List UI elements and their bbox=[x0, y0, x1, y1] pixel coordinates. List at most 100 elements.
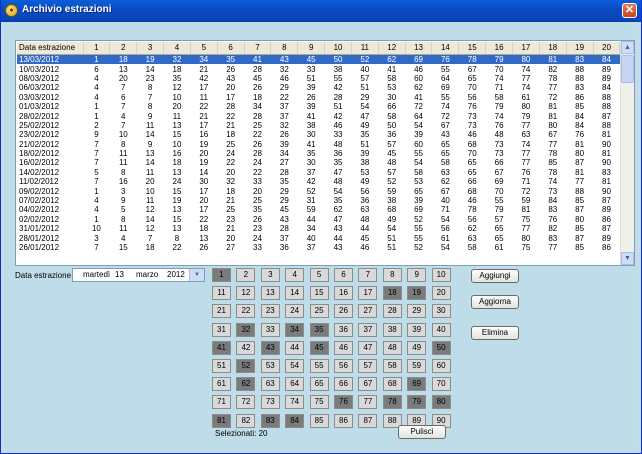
column-header-date[interactable]: Data estrazione bbox=[17, 42, 84, 55]
column-header-12[interactable]: 12 bbox=[378, 42, 406, 55]
number-toggle[interactable]: 54 bbox=[285, 359, 305, 373]
number-toggle[interactable]: 46 bbox=[334, 340, 353, 355]
number-toggle[interactable]: 43 bbox=[260, 340, 280, 355]
table-row[interactable]: 26/01/2012 7 15 18 22 26 27 33 36 37 43 46 51 52 54 58 6… bbox=[17, 243, 620, 252]
number-toggle[interactable]: 17 bbox=[358, 286, 378, 301]
number-toggle[interactable]: 60 bbox=[431, 359, 451, 373]
table-row[interactable]: 25/02/2012 2 7 11 13 17 21 25 32 38 46 49 50 54 67 73 76… bbox=[17, 121, 620, 130]
chevron-down-icon[interactable]: ▼ bbox=[189, 269, 204, 281]
number-toggle[interactable]: 12 bbox=[236, 286, 256, 301]
number-toggle[interactable]: 38 bbox=[382, 322, 402, 337]
number-toggle[interactable]: 24 bbox=[285, 304, 305, 319]
table-row[interactable]: 08/03/2012 4 20 23 35 42 43 45 46 51 55 57 58 60 64 65 7… bbox=[17, 74, 620, 83]
number-toggle[interactable]: 40 bbox=[431, 322, 451, 337]
number-toggle[interactable]: 79 bbox=[407, 395, 427, 410]
table-row[interactable]: 04/02/2012 4 5 12 13 17 25 35 45 59 62 63 68 69 71 78 79… bbox=[17, 205, 620, 214]
number-toggle[interactable]: 13 bbox=[260, 286, 280, 301]
scroll-thumb[interactable] bbox=[621, 55, 634, 83]
draws-table[interactable]: Data estrazione 1 2 3 4 5 6 7 8 9 10 11 12 13 14 15 16 17… bbox=[15, 40, 635, 266]
table-row[interactable]: 28/01/2012 3 4 7 8 13 20 24 37 40 44 45 51 55 61 63 65 80… bbox=[17, 233, 620, 243]
number-toggle[interactable]: 82 bbox=[236, 413, 256, 428]
number-toggle[interactable]: 9 bbox=[407, 268, 427, 282]
number-toggle[interactable]: 35 bbox=[309, 322, 329, 337]
number-toggle[interactable]: 31 bbox=[212, 322, 231, 337]
clear-button[interactable]: Pulisci bbox=[398, 425, 446, 439]
number-toggle[interactable]: 27 bbox=[358, 304, 378, 319]
number-toggle[interactable]: 48 bbox=[382, 340, 402, 355]
number-toggle[interactable]: 22 bbox=[236, 304, 256, 319]
number-toggle[interactable]: 10 bbox=[431, 268, 451, 282]
column-header-11[interactable]: 11 bbox=[351, 42, 379, 55]
table-row[interactable]: 01/03/2012 1 7 8 20 22 28 34 37 39 51 54 66 72 74 76 79 8… bbox=[17, 102, 620, 111]
number-toggle[interactable]: 4 bbox=[285, 268, 305, 282]
number-toggle[interactable]: 15 bbox=[309, 286, 329, 301]
number-toggle[interactable]: 18 bbox=[382, 286, 402, 301]
table-row[interactable]: 21/02/2012 7 8 9 10 19 25 26 39 41 48 51 57 60 65 68 73 7… bbox=[17, 140, 620, 149]
number-toggle[interactable]: 23 bbox=[260, 304, 280, 319]
number-toggle[interactable]: 39 bbox=[407, 322, 427, 337]
number-toggle[interactable]: 33 bbox=[260, 322, 280, 337]
number-toggle[interactable]: 71 bbox=[212, 395, 231, 410]
table-row[interactable]: 11/02/2012 7 16 20 24 30 32 33 35 42 48 49 52 53 62 66 6… bbox=[17, 177, 620, 186]
table-row[interactable]: 02/02/2012 1 8 14 15 22 23 26 43 44 47 48 49 52 54 56 57… bbox=[17, 215, 620, 224]
table-row[interactable]: 18/02/2012 7 11 13 16 20 24 28 34 35 36 39 45 55 65 70 7… bbox=[17, 149, 620, 158]
number-toggle[interactable]: 52 bbox=[236, 359, 256, 373]
number-toggle[interactable]: 62 bbox=[236, 377, 256, 392]
number-toggle[interactable]: 87 bbox=[358, 413, 378, 428]
number-toggle[interactable]: 8 bbox=[382, 268, 402, 282]
update-button[interactable]: Aggiorna bbox=[471, 295, 519, 309]
column-header-8[interactable]: 8 bbox=[270, 42, 299, 55]
number-toggle[interactable]: 70 bbox=[431, 377, 451, 392]
column-header-13[interactable]: 13 bbox=[405, 42, 433, 55]
number-toggle[interactable]: 81 bbox=[212, 413, 231, 428]
number-toggle[interactable]: 29 bbox=[407, 304, 427, 319]
number-toggle[interactable]: 61 bbox=[212, 377, 231, 392]
add-button[interactable]: Aggiungi bbox=[471, 269, 519, 283]
number-toggle[interactable]: 64 bbox=[285, 377, 305, 392]
number-toggle[interactable]: 1 bbox=[212, 268, 231, 282]
column-header-19[interactable]: 19 bbox=[566, 42, 594, 55]
close-button[interactable]: ✕ bbox=[622, 3, 637, 18]
number-toggle[interactable]: 65 bbox=[309, 377, 329, 392]
number-toggle[interactable]: 78 bbox=[382, 395, 402, 410]
column-header-2[interactable]: 2 bbox=[109, 42, 138, 55]
number-toggle[interactable]: 45 bbox=[309, 340, 329, 355]
table-row[interactable]: 09/02/2012 1 3 10 15 17 18 20 29 52 54 56 59 65 67 68 70… bbox=[17, 186, 620, 196]
number-toggle[interactable]: 21 bbox=[212, 304, 231, 319]
table-row[interactable]: 14/02/2012 5 8 11 13 14 20 22 28 37 47 53 57 58 63 65 67… bbox=[17, 168, 620, 177]
number-toggle[interactable]: 85 bbox=[309, 413, 329, 428]
number-toggle[interactable]: 84 bbox=[285, 413, 305, 428]
number-toggle[interactable]: 41 bbox=[212, 340, 231, 355]
number-toggle[interactable]: 73 bbox=[260, 395, 280, 410]
column-header-18[interactable]: 18 bbox=[539, 42, 567, 55]
number-toggle[interactable]: 51 bbox=[212, 359, 231, 373]
number-toggle[interactable]: 5 bbox=[309, 268, 329, 282]
number-toggle[interactable]: 59 bbox=[407, 359, 427, 373]
number-toggle[interactable]: 69 bbox=[407, 377, 427, 392]
column-header-4[interactable]: 4 bbox=[163, 42, 191, 55]
column-header-6[interactable]: 6 bbox=[217, 42, 245, 55]
number-toggle[interactable]: 63 bbox=[260, 377, 280, 392]
column-header-14[interactable]: 14 bbox=[431, 42, 460, 55]
number-toggle[interactable]: 2 bbox=[236, 268, 256, 282]
number-toggle[interactable]: 37 bbox=[358, 322, 378, 337]
number-toggle[interactable]: 42 bbox=[236, 340, 256, 355]
number-toggle[interactable]: 6 bbox=[334, 268, 353, 282]
number-toggle[interactable]: 30 bbox=[431, 304, 451, 319]
number-toggle[interactable]: 19 bbox=[407, 286, 427, 301]
column-header-3[interactable]: 3 bbox=[136, 42, 165, 55]
number-toggle[interactable]: 67 bbox=[358, 377, 378, 392]
number-toggle[interactable]: 77 bbox=[358, 395, 378, 410]
number-toggle[interactable]: 68 bbox=[382, 377, 402, 392]
column-header-5[interactable]: 5 bbox=[190, 42, 218, 55]
number-toggle[interactable]: 25 bbox=[309, 304, 329, 319]
date-picker[interactable]: martedì 13 marzo 2012 ▼ bbox=[72, 268, 205, 282]
number-toggle[interactable]: 83 bbox=[260, 413, 280, 428]
number-toggle[interactable]: 72 bbox=[236, 395, 256, 410]
number-toggle[interactable]: 76 bbox=[334, 395, 353, 410]
number-toggle[interactable]: 53 bbox=[260, 359, 280, 373]
column-header-15[interactable]: 15 bbox=[458, 42, 487, 55]
vertical-scrollbar[interactable]: ▲ ▼ bbox=[620, 41, 634, 265]
table-row[interactable]: 31/01/2012 10 11 12 13 18 21 23 28 34 43 44 54 55 56 62… bbox=[17, 224, 620, 233]
column-header-1[interactable]: 1 bbox=[83, 42, 111, 55]
